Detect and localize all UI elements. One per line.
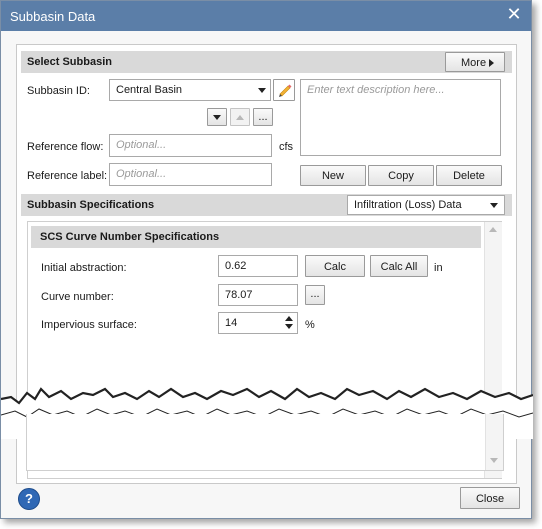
reference-flow-input[interactable]: Optional... (109, 134, 272, 157)
select-subbasin-header: Select Subbasin More (21, 51, 512, 73)
more-button[interactable]: More (445, 52, 505, 72)
chevron-down-icon (490, 203, 498, 208)
chevron-down-icon (258, 88, 266, 93)
reference-flow-label: Reference flow: (27, 141, 104, 153)
title-bar: Subbasin Data ✕ (1, 1, 531, 31)
subbasin-id-label: Subbasin ID: (27, 85, 90, 97)
spinner-up-icon[interactable] (285, 316, 293, 321)
arrow-down-icon (213, 115, 221, 120)
close-button-label: Close (475, 493, 505, 505)
initial-abstraction-value: 0.62 (225, 260, 247, 272)
pencil-icon (279, 84, 292, 97)
copy-button-label: Copy (388, 170, 414, 182)
curve-number-input[interactable]: 78.07 (218, 284, 298, 306)
initial-abstraction-unit: in (434, 262, 443, 274)
curve-number-browse-button[interactable]: ... (305, 285, 325, 305)
calc-all-button-label: Calc All (380, 261, 418, 273)
previous-item-button[interactable] (230, 108, 250, 126)
impervious-surface-value: 14 (225, 317, 238, 329)
scroll-up-icon[interactable] (489, 227, 497, 232)
subbasin-specifications-title: Subbasin Specifications (27, 199, 155, 211)
description-textarea[interactable]: Enter text description here... (300, 79, 501, 156)
reference-flow-placeholder: Optional... (116, 139, 167, 151)
scs-header: SCS Curve Number Specifications (31, 226, 481, 248)
reference-label-input[interactable]: Optional... (109, 163, 272, 186)
chevron-right-icon (489, 59, 494, 67)
curve-number-label: Curve number: (41, 291, 114, 303)
impervious-surface-spinner[interactable]: 14 (218, 312, 298, 334)
specifications-scroll-area-bottom (26, 414, 504, 471)
delete-button-label: Delete (453, 170, 485, 182)
ellipsis-label: ... (310, 288, 320, 300)
delete-button[interactable]: Delete (436, 165, 502, 186)
help-button[interactable]: ? (18, 488, 40, 510)
specifications-type-select[interactable]: Infiltration (Loss) Data (347, 195, 505, 215)
close-button[interactable]: Close (460, 487, 520, 509)
scroll-down-icon[interactable] (490, 458, 498, 463)
subbasin-id-value: Central Basin (116, 84, 183, 96)
ellipsis-label: ... (258, 111, 268, 123)
select-subbasin-title: Select Subbasin (27, 56, 112, 68)
arrow-up-icon (236, 115, 244, 120)
reference-label-label: Reference label: (27, 170, 108, 182)
new-button[interactable]: New (300, 165, 366, 186)
copy-button[interactable]: Copy (368, 165, 434, 186)
description-placeholder: Enter text description here... (307, 84, 445, 96)
subbasin-data-dialog: Subbasin Data ✕ Select Subbasin More Sub… (0, 0, 533, 519)
spinner-down-icon[interactable] (285, 324, 293, 329)
curve-number-value: 78.07 (225, 289, 253, 301)
window-title: Subbasin Data (10, 9, 96, 24)
edit-subbasin-button[interactable] (273, 79, 295, 101)
calc-button[interactable]: Calc (305, 255, 365, 277)
subbasin-specifications-header: Subbasin Specifications Infiltration (Lo… (21, 194, 512, 216)
impervious-surface-label: Impervious surface: (41, 319, 137, 331)
subbasin-id-select[interactable]: Central Basin (109, 79, 271, 101)
next-item-button[interactable] (207, 108, 227, 126)
help-icon: ? (25, 491, 33, 506)
vertical-scrollbar-bottom (485, 414, 503, 470)
new-button-label: New (321, 170, 344, 182)
browse-subbasins-button[interactable]: ... (253, 108, 273, 126)
reference-flow-unit: cfs (279, 141, 294, 153)
reference-label-placeholder: Optional... (116, 168, 167, 180)
initial-abstraction-label: Initial abstraction: (41, 262, 127, 274)
close-icon[interactable]: ✕ (506, 5, 522, 23)
specifications-type-value: Infiltration (Loss) Data (354, 199, 462, 211)
more-button-label: More (461, 57, 487, 69)
initial-abstraction-input[interactable]: 0.62 (218, 255, 298, 277)
calc-button-label: Calc (323, 261, 346, 273)
scs-header-title: SCS Curve Number Specifications (40, 231, 220, 243)
impervious-surface-unit: % (305, 319, 315, 331)
calc-all-button[interactable]: Calc All (370, 255, 428, 277)
